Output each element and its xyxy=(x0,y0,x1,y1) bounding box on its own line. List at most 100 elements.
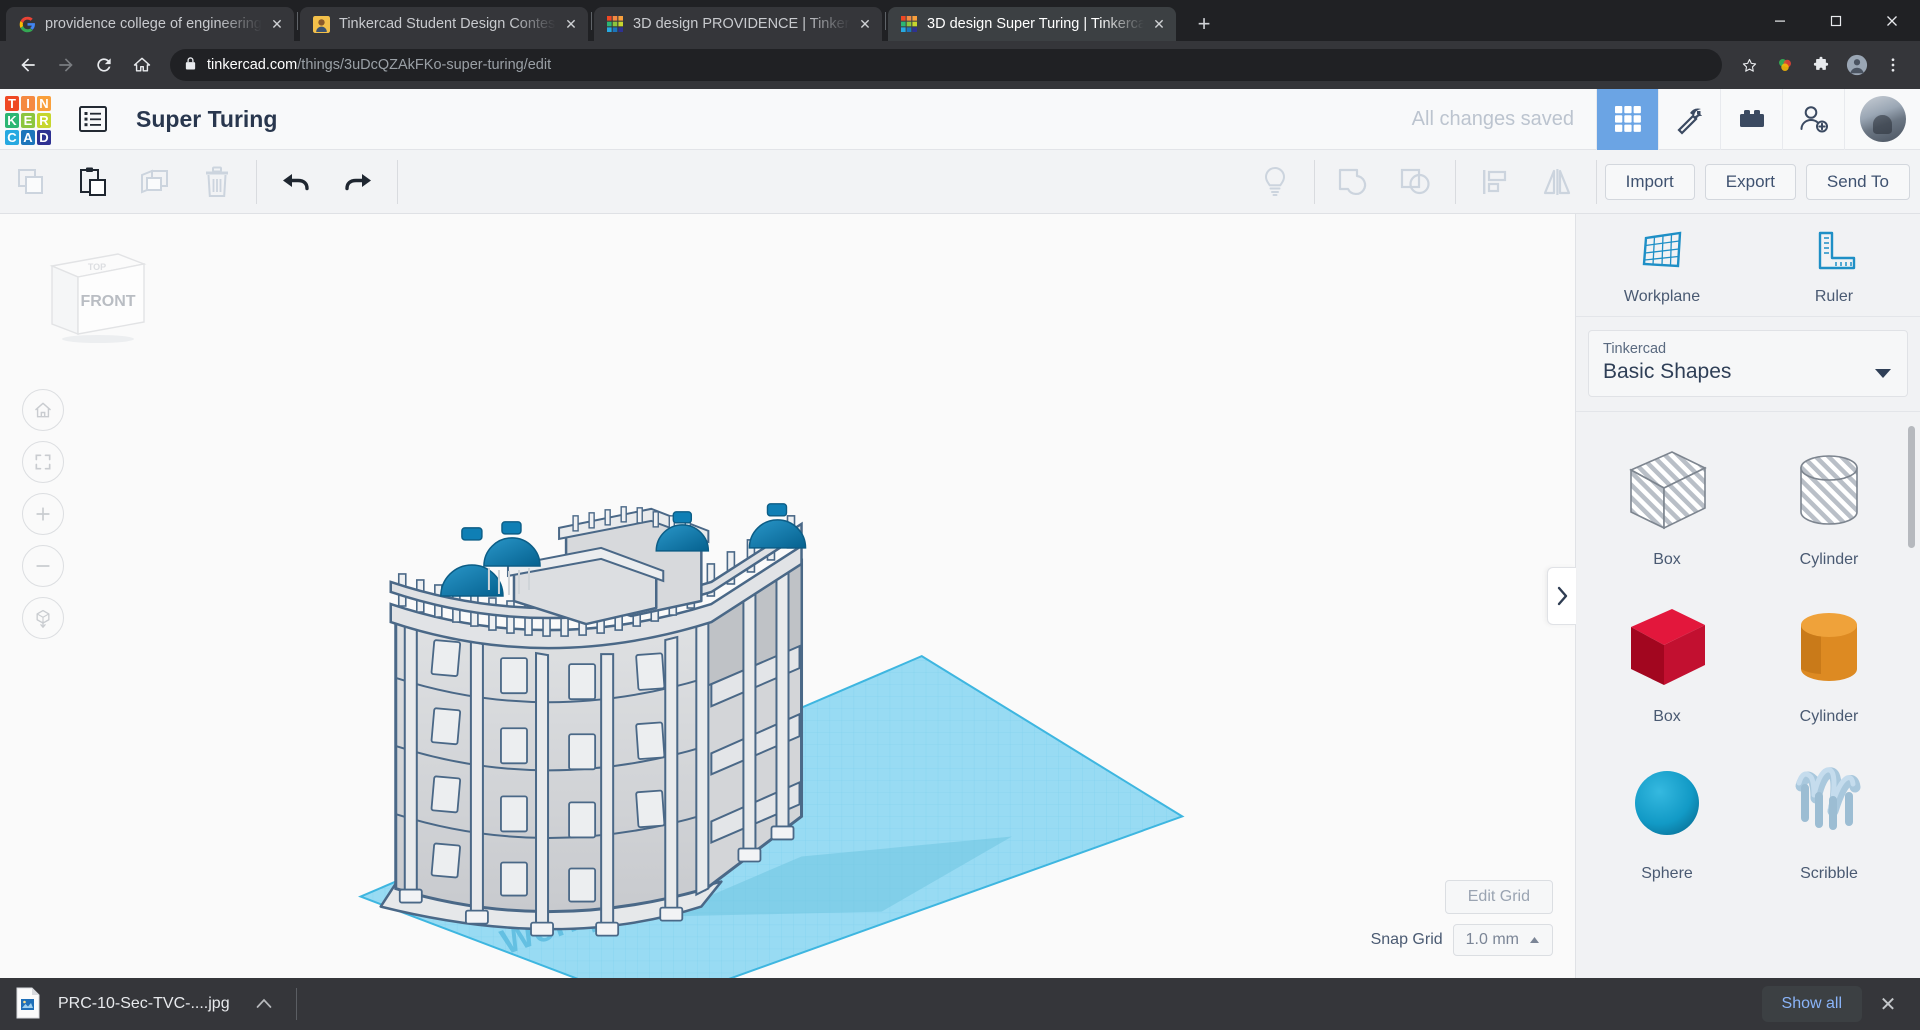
chrome-menu-icon[interactable] xyxy=(1876,48,1910,82)
tab-title: 3D design Super Turing | Tinkercad xyxy=(927,16,1144,32)
tinkercad-icon xyxy=(900,15,918,33)
shape-item-box-hole[interactable]: Box xyxy=(1586,430,1748,581)
group-icon[interactable] xyxy=(1323,150,1385,214)
edit-grid-button[interactable]: Edit Grid xyxy=(1444,880,1553,914)
logo-tile-i: I xyxy=(21,96,35,111)
home-button[interactable] xyxy=(124,47,160,83)
shape-library-select[interactable]: Tinkercad Basic Shapes xyxy=(1588,330,1908,397)
close-downloads-bar-button[interactable]: ✕ xyxy=(1870,986,1906,1022)
extensions-puzzle-icon[interactable] xyxy=(1804,48,1838,82)
avatar[interactable] xyxy=(1844,88,1920,150)
window-minimize-button[interactable] xyxy=(1752,0,1808,41)
pickaxe-minecraft-icon[interactable] xyxy=(1658,88,1720,150)
url-bar[interactable]: tinkercad.com/things/3uDcQZAkFKo-super-t… xyxy=(170,49,1722,81)
logo-tile-c: C xyxy=(5,130,19,145)
tab-close-button[interactable]: ✕ xyxy=(560,13,582,35)
blocks-grid-icon[interactable] xyxy=(1596,88,1658,150)
app-header: T I N K E R C A D Super Turing All chang… xyxy=(0,88,1920,150)
window-close-button[interactable] xyxy=(1864,0,1920,41)
user-avatar xyxy=(1859,96,1906,142)
tab-close-button[interactable]: ✕ xyxy=(266,13,288,35)
export-button[interactable]: Export xyxy=(1704,163,1796,200)
browser-tab-2[interactable]: Tinkercad Student Design Contest ✕ xyxy=(300,7,588,41)
snap-grid-select[interactable]: 1.0 mm xyxy=(1452,924,1553,956)
lightbulb-hint-icon[interactable] xyxy=(1244,150,1306,214)
logo-tile-d: D xyxy=(37,130,51,145)
panel-scrollbar[interactable] xyxy=(1908,426,1915,548)
shapes-grid: Box Cylinder Box Cylinder Sphere Scribbl… xyxy=(1576,411,1920,978)
delete-trash-icon[interactable] xyxy=(186,150,248,214)
download-item[interactable]: PRC-10-Sec-TVC-....jpg xyxy=(14,987,230,1021)
browser-tab-1[interactable]: providence college of engineering ✕ xyxy=(6,7,294,41)
ruler-icon xyxy=(1810,228,1858,279)
browser-tab-strip: providence college of engineering ✕ Tink… xyxy=(0,0,1920,41)
main-area: FRONT TOP Edit Grid Snap Grid 1.0 mm Wor… xyxy=(0,214,1920,978)
workplane-tool[interactable]: Workplane xyxy=(1576,228,1748,306)
toolbar-separator xyxy=(256,159,257,204)
3d-viewport[interactable]: FRONT TOP Edit Grid Snap Grid 1.0 mm xyxy=(0,214,1575,978)
shape-item-cylinder-solid[interactable]: Cylinder xyxy=(1748,587,1910,738)
hole-box-thumbnail xyxy=(1629,451,1707,530)
browser-window: providence college of engineering ✕ Tink… xyxy=(0,0,1920,1030)
shape-item-box-solid[interactable]: Box xyxy=(1586,587,1748,738)
3d-model-scene[interactable]: Workplane xyxy=(0,214,1575,978)
toolbar-separator xyxy=(1595,159,1597,204)
url-path: /things/3uDcQZAkFKo-super-turing/edit xyxy=(297,57,552,73)
copy-icon[interactable] xyxy=(0,150,62,214)
shape-item-scribble[interactable]: Scribble xyxy=(1748,744,1910,895)
solid-cylinder-thumbnail xyxy=(1801,613,1857,681)
undo-arrow-icon[interactable] xyxy=(265,150,327,214)
ruler-tool[interactable]: Ruler xyxy=(1748,228,1920,306)
browser-tab-3[interactable]: 3D design PROVIDENCE | Tinkercad ✕ xyxy=(594,7,882,41)
extension-color-icon[interactable] xyxy=(1768,48,1802,82)
bookmark-star-icon[interactable] xyxy=(1732,48,1766,82)
browser-tab-4-active[interactable]: 3D design Super Turing | Tinkercad ✕ xyxy=(888,7,1176,41)
panel-collapse-button[interactable] xyxy=(1547,567,1576,625)
reload-button[interactable] xyxy=(86,47,122,83)
page-title[interactable]: Super Turing xyxy=(136,106,277,133)
duplicate-icon[interactable] xyxy=(124,150,186,214)
ruler-tool-label: Ruler xyxy=(1814,288,1854,305)
forward-button[interactable] xyxy=(48,47,84,83)
ungroup-icon[interactable] xyxy=(1385,150,1447,214)
show-all-downloads-button[interactable]: Show all xyxy=(1761,986,1862,1022)
align-icon[interactable] xyxy=(1464,150,1526,214)
toolbar-separator xyxy=(397,159,398,204)
save-status: All changes saved xyxy=(1411,107,1574,130)
profile-avatar-icon[interactable] xyxy=(1840,48,1874,82)
chevron-right-icon xyxy=(1557,586,1567,606)
library-collection: Basic Shapes xyxy=(1603,360,1732,383)
lego-brick-icon[interactable] xyxy=(1720,88,1782,150)
shape-label: Cylinder xyxy=(1799,708,1859,725)
shape-label: Sphere xyxy=(1641,865,1693,882)
back-button[interactable] xyxy=(10,47,46,83)
window-maximize-button[interactable] xyxy=(1808,0,1864,41)
tab-close-button[interactable]: ✕ xyxy=(854,13,876,35)
list-menu-icon[interactable] xyxy=(76,104,110,134)
logo-tile-e: E xyxy=(21,113,35,128)
paste-icon[interactable] xyxy=(62,150,124,214)
mirror-icon[interactable] xyxy=(1526,150,1588,214)
tab-title: Tinkercad Student Design Contest xyxy=(339,16,556,32)
shape-item-sphere[interactable]: Sphere xyxy=(1586,744,1748,895)
snap-grid-label: Snap Grid xyxy=(1370,931,1443,948)
download-menu-caret-icon[interactable] xyxy=(256,996,272,1013)
new-tab-button[interactable]: + xyxy=(1187,7,1221,41)
toolbar-separator xyxy=(1313,159,1315,204)
tinkercad-icon xyxy=(606,15,624,33)
send-to-button[interactable]: Send To xyxy=(1805,163,1910,200)
snap-grid-row: Snap Grid 1.0 mm xyxy=(1371,924,1553,956)
panel-top-tools: Workplane Ruler xyxy=(1576,214,1920,317)
shape-item-cylinder-hole[interactable]: Cylinder xyxy=(1748,430,1910,581)
shape-label: Cylinder xyxy=(1799,551,1859,568)
redo-arrow-icon[interactable] xyxy=(327,150,389,214)
tab-separator xyxy=(297,11,298,30)
tinkercad-logo[interactable]: T I N K E R C A D xyxy=(2,93,54,145)
invite-person-icon[interactable] xyxy=(1782,88,1844,150)
omnibar-icons xyxy=(1732,48,1910,82)
logo-tile-r: R xyxy=(37,113,51,128)
tab-title: 3D design PROVIDENCE | Tinkercad xyxy=(633,16,850,32)
import-button[interactable]: Import xyxy=(1604,163,1695,200)
tab-close-button[interactable]: ✕ xyxy=(1148,13,1170,35)
downloads-bar: PRC-10-Sec-TVC-....jpg Show all ✕ xyxy=(0,978,1920,1030)
